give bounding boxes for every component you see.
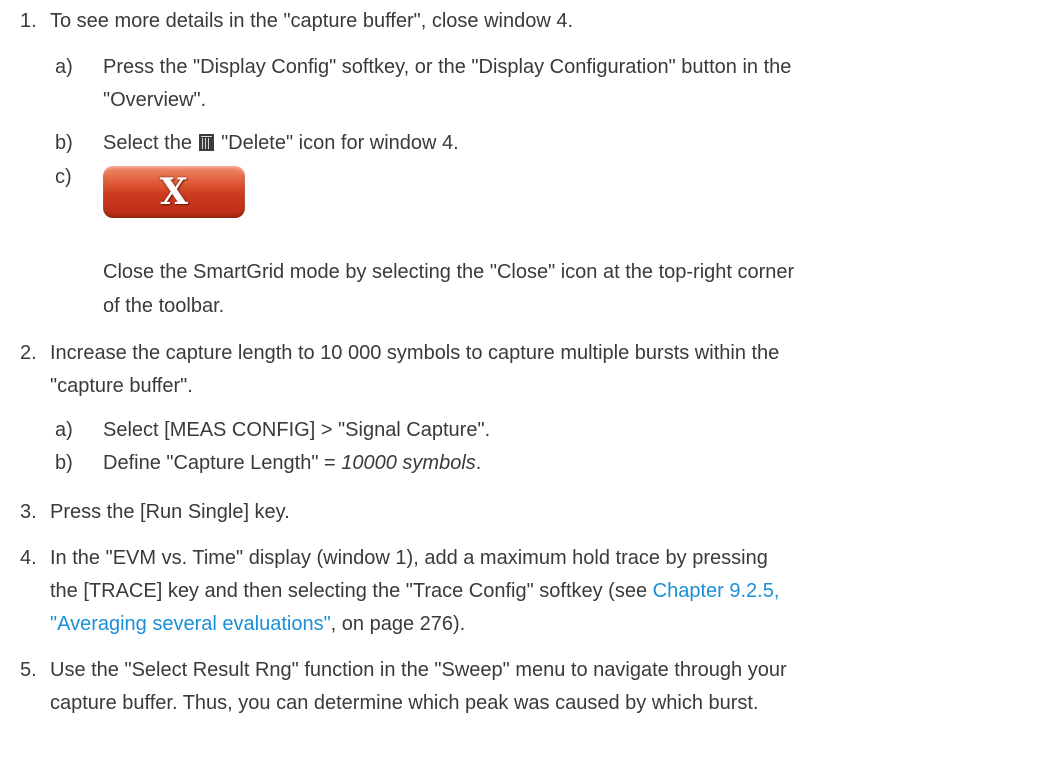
chapter-link[interactable]: "Averaging several evaluations" <box>50 613 331 635</box>
substep-text: Press the "Display Config" softkey, or t… <box>103 56 792 78</box>
step-number: 1. <box>20 10 37 32</box>
substep-text: Select [MEAS CONFIG] > "Signal Capture". <box>103 419 491 441</box>
step-text: In the "EVM vs. Time" display (window 1)… <box>50 547 768 569</box>
step-text: Increase the capture length to 10 000 sy… <box>50 342 780 364</box>
chapter-link[interactable]: Chapter 9.2.5, <box>653 580 780 602</box>
substep-letter: a) <box>55 56 73 78</box>
substep-text: Define "Capture Length" = 10000 symbols. <box>103 452 482 474</box>
step-text: "capture buffer". <box>50 375 193 397</box>
substep-letter: c) <box>55 166 72 188</box>
substep-text: of the toolbar. <box>103 295 225 317</box>
close-button-image: X <box>103 166 245 218</box>
step-number: 4. <box>20 547 37 569</box>
step-text: capture buffer. Thus, you can determine … <box>50 692 759 714</box>
step-text: Use the "Select Result Rng" function in … <box>50 659 787 681</box>
step-number: 3. <box>20 501 37 523</box>
manual-page: 1. To see more details in the "capture b… <box>0 0 1050 766</box>
step-text: the [TRACE] key and then selecting the "… <box>50 580 780 602</box>
step-text: Press the [Run Single] key. <box>50 501 290 523</box>
close-icon: X <box>160 171 188 213</box>
substep-letter: a) <box>55 419 73 441</box>
step-number: 2. <box>20 342 37 364</box>
step-text: To see more details in the "capture buff… <box>50 10 573 32</box>
substep-text: Select the "Delete" icon for window 4. <box>103 132 459 154</box>
substep-text: Close the SmartGrid mode by selecting th… <box>103 261 795 283</box>
substep-text: "Overview". <box>103 89 207 111</box>
substep-letter: b) <box>55 132 73 154</box>
substep-letter: b) <box>55 452 73 474</box>
step-number: 5. <box>20 659 37 681</box>
step-text: "Averaging several evaluations", on page… <box>50 613 466 635</box>
trash-icon <box>198 134 214 151</box>
